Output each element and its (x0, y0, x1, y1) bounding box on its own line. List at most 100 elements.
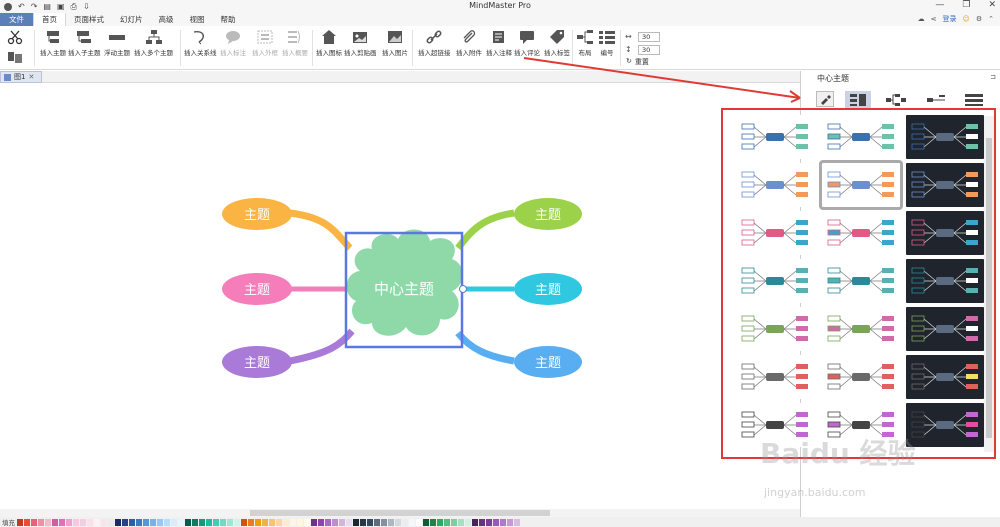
color-swatch[interactable] (157, 518, 163, 526)
insert-tag-button[interactable]: 插入标签 (544, 28, 570, 57)
insert-multiple-topics-button[interactable]: 插入多个主题 (134, 28, 173, 57)
theme-gallery-scrollbar[interactable] (984, 116, 994, 452)
theme-thumbnail[interactable] (736, 115, 814, 159)
color-swatch[interactable] (423, 518, 429, 526)
menu-home[interactable]: 首页 (33, 13, 66, 26)
color-swatch[interactable] (367, 518, 373, 526)
color-swatch[interactable] (115, 518, 121, 526)
color-swatch[interactable] (444, 518, 450, 526)
print-icon[interactable]: ⎙ (71, 2, 77, 12)
theme-thumbnail[interactable] (736, 211, 814, 255)
vertical-spacing-input[interactable]: 30 (638, 45, 660, 55)
color-swatch[interactable] (129, 518, 135, 526)
insert-boundary-button[interactable]: 插入外框 (252, 28, 278, 57)
color-swatch[interactable] (332, 518, 338, 526)
theme-style-tab[interactable] (816, 91, 834, 107)
color-swatch[interactable] (346, 518, 352, 526)
color-swatch[interactable] (472, 518, 478, 526)
color-swatch[interactable] (465, 518, 471, 526)
menu-view[interactable]: 视图 (182, 13, 213, 26)
color-swatch[interactable] (311, 518, 317, 526)
color-swatch[interactable] (318, 518, 324, 526)
minimize-button[interactable]: — (935, 0, 944, 10)
insert-callout-button[interactable]: 插入标注 (220, 28, 246, 57)
theme-thumbnail[interactable] (736, 403, 814, 447)
color-swatch[interactable] (486, 518, 492, 526)
color-swatch[interactable] (262, 518, 268, 526)
mindmap-canvas[interactable]: 中心主题 主题 主题 主题 主题 主题 主题 (0, 83, 800, 517)
color-swatch[interactable] (213, 518, 219, 526)
color-swatch[interactable] (59, 518, 65, 526)
color-swatch[interactable] (73, 518, 79, 526)
color-swatch[interactable] (45, 518, 51, 526)
layout-map-icon[interactable] (845, 91, 871, 109)
theme-thumbnail[interactable] (822, 403, 900, 447)
color-swatch[interactable] (108, 518, 114, 526)
canvas-horizontal-scrollbar[interactable] (0, 509, 800, 517)
theme-thumbnail[interactable] (906, 163, 984, 207)
layout-list-icon[interactable] (961, 91, 987, 109)
color-swatch[interactable] (248, 518, 254, 526)
maximize-button[interactable]: ❐ (962, 0, 970, 10)
color-swatch[interactable] (339, 518, 345, 526)
collapse-ribbon-icon[interactable]: ⌃ (988, 15, 994, 23)
color-swatch[interactable] (17, 518, 23, 526)
color-swatch[interactable] (227, 518, 233, 526)
color-swatch[interactable] (101, 518, 107, 526)
color-swatch[interactable] (374, 518, 380, 526)
color-swatch[interactable] (192, 518, 198, 526)
color-swatch[interactable] (297, 518, 303, 526)
color-swatch[interactable] (66, 518, 72, 526)
color-swatch[interactable] (290, 518, 296, 526)
color-swatch[interactable] (416, 518, 422, 526)
menu-page-style[interactable]: 页面样式 (66, 13, 112, 26)
theme-thumbnail[interactable] (822, 115, 900, 159)
layout-tree-icon[interactable] (883, 91, 909, 109)
share-icon[interactable]: ⋖ (931, 15, 937, 23)
color-swatch[interactable] (80, 518, 86, 526)
color-swatch[interactable] (269, 518, 275, 526)
color-swatch[interactable] (437, 518, 443, 526)
color-swatch[interactable] (276, 518, 282, 526)
add-topic-handle-icon[interactable] (459, 285, 467, 293)
color-swatch[interactable] (241, 518, 247, 526)
color-swatch[interactable] (136, 518, 142, 526)
document-tab[interactable]: 图1 ✕ (0, 71, 42, 83)
export-icon[interactable]: ⇩ (83, 2, 90, 11)
color-swatch[interactable] (479, 518, 485, 526)
undo-icon[interactable]: ↶ (18, 2, 25, 11)
color-swatch[interactable] (31, 518, 37, 526)
insert-subtopic-button[interactable]: 插入子主题 (68, 28, 101, 57)
theme-thumbnail[interactable] (822, 259, 900, 303)
color-swatch[interactable] (388, 518, 394, 526)
theme-thumbnail[interactable] (906, 403, 984, 447)
insert-clipart-button[interactable]: 插入剪贴画 (344, 28, 377, 57)
theme-thumbnail[interactable] (906, 211, 984, 255)
color-swatch[interactable] (507, 518, 513, 526)
menu-slides[interactable]: 幻灯片 (112, 13, 151, 26)
login-link[interactable]: 登录 (943, 14, 957, 24)
cloud-icon[interactable]: ☁ (918, 15, 925, 23)
theme-thumbnail[interactable] (822, 211, 900, 255)
pin-panel-icon[interactable]: ⊐ (990, 73, 996, 81)
skin-icon[interactable]: ☺ (963, 15, 970, 23)
menu-advanced[interactable]: 高级 (151, 13, 182, 26)
color-swatch[interactable] (304, 518, 310, 526)
color-swatch[interactable] (234, 518, 240, 526)
redo-icon[interactable]: ↷ (31, 2, 38, 11)
color-swatch[interactable] (220, 518, 226, 526)
theme-thumbnail[interactable] (906, 307, 984, 351)
new-icon[interactable]: ▤ (43, 2, 51, 11)
insert-attachment-button[interactable]: 插入附件 (456, 28, 482, 57)
settings-icon[interactable]: ⚙ (976, 15, 982, 23)
color-swatch[interactable] (493, 518, 499, 526)
insert-comment-button[interactable]: 插入评论 (514, 28, 540, 57)
theme-thumbnail[interactable] (736, 163, 814, 207)
layout-button[interactable]: 布局 (576, 28, 594, 57)
close-tab-icon[interactable]: ✕ (28, 73, 34, 81)
reset-button[interactable]: ↻ 重置 (626, 57, 649, 67)
horizontal-spacing-input[interactable]: 30 (638, 32, 660, 42)
color-swatch[interactable] (122, 518, 128, 526)
color-swatch[interactable] (514, 518, 520, 526)
save-icon[interactable]: ▣ (57, 2, 65, 11)
